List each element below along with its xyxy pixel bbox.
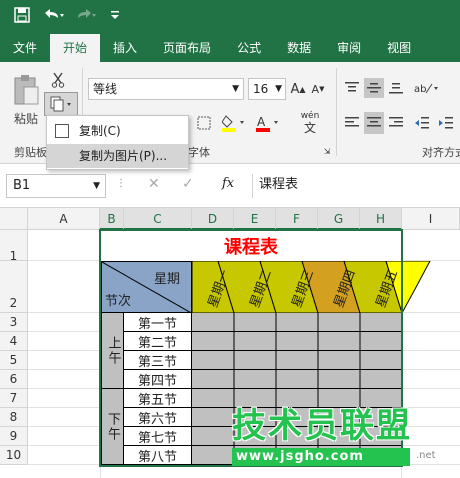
header-weekday-label: 星期	[154, 272, 181, 287]
formula-bar: B1 ▼ ⋮ ✕ ✓ fx 课程表	[0, 164, 460, 208]
decrease-font-icon[interactable]: A ▼	[310, 78, 326, 100]
menu-item-copy-as-picture[interactable]: 复制为图片(P)...	[47, 144, 188, 168]
period-label-3[interactable]: 第三节	[124, 351, 192, 370]
enter-icon[interactable]: ✓	[182, 176, 194, 192]
name-box[interactable]: B1 ▼	[6, 174, 106, 198]
copy-dropdown-button[interactable]	[44, 92, 78, 116]
align-middle-icon[interactable]	[364, 78, 384, 98]
select-all-corner[interactable]	[0, 208, 28, 230]
header-period-label: 节次	[105, 294, 132, 309]
phonetic-icon[interactable]: wén 文	[292, 108, 328, 138]
increase-indent-icon[interactable]	[436, 112, 456, 134]
chevron-down-icon: ▼	[93, 181, 100, 191]
worksheet-grid: A B C D E F G H I 1 2 3 4 5 6 7 8 9 10 课…	[0, 208, 460, 478]
fill-color-icon[interactable]	[220, 112, 250, 134]
tab-page-layout[interactable]: 页面布局	[150, 34, 224, 62]
decrease-indent-icon[interactable]	[412, 112, 432, 134]
cut-icon[interactable]	[48, 70, 68, 90]
period-label-1[interactable]: 第一节	[124, 313, 192, 332]
column-header-f[interactable]: F	[276, 208, 318, 230]
tab-home[interactable]: 开始	[50, 34, 101, 62]
paste-icon[interactable]	[8, 70, 44, 110]
menu-item-copy[interactable]: 复制(C)	[47, 119, 188, 143]
copy-icon	[55, 124, 69, 138]
borders-icon[interactable]	[194, 112, 214, 134]
column-header-c[interactable]: C	[124, 208, 192, 230]
quick-access-toolbar	[0, 0, 460, 34]
row-header-5[interactable]: 5	[0, 351, 28, 370]
font-size-value: 16	[253, 82, 269, 96]
tab-review[interactable]: 审阅	[324, 34, 374, 62]
ribbon-tabs: 文件 开始 插入 页面布局 公式 数据 审阅 视图	[0, 34, 460, 62]
chevron-down-icon: ▼	[275, 84, 282, 94]
save-icon[interactable]	[14, 7, 30, 27]
copy-dropdown-menu: 复制(C) 复制为图片(P)...	[46, 115, 189, 170]
column-header-d[interactable]: D	[192, 208, 234, 230]
tab-formulas[interactable]: 公式	[224, 34, 274, 62]
period-label-5[interactable]: 第五节	[124, 389, 192, 408]
period-label-2[interactable]: 第二节	[124, 332, 192, 351]
column-header-b[interactable]: B	[100, 208, 124, 230]
align-bottom-icon[interactable]	[386, 78, 406, 98]
redo-icon[interactable]	[76, 7, 98, 27]
column-header-h[interactable]: H	[360, 208, 402, 230]
font-color-icon[interactable]: A	[254, 112, 284, 134]
watermark: 技术员联盟 www.jsgho.com .net	[232, 406, 436, 466]
clipboard-group-label: 剪贴板	[14, 146, 47, 159]
column-header-i[interactable]: I	[402, 208, 460, 230]
insert-function-button[interactable]: fx	[222, 176, 234, 191]
morning-label[interactable]: 上午	[101, 313, 124, 389]
column-header-a[interactable]: A	[28, 208, 100, 230]
row-header-2[interactable]: 2	[0, 261, 28, 313]
font-name-value: 等线	[93, 82, 118, 96]
row-header-6[interactable]: 6	[0, 370, 28, 389]
row-header-3[interactable]: 3	[0, 313, 28, 332]
font-group-label: 字体	[188, 146, 210, 159]
tab-file[interactable]: 文件	[0, 34, 50, 62]
tab-insert[interactable]: 插入	[100, 34, 150, 62]
align-top-icon[interactable]	[342, 78, 362, 98]
period-label-6[interactable]: 第六节	[124, 408, 192, 427]
afternoon-label[interactable]: 下午	[101, 389, 124, 465]
column-header-g[interactable]: G	[318, 208, 360, 230]
tab-view[interactable]: 视图	[374, 34, 424, 62]
formula-input[interactable]: 课程表	[252, 174, 460, 198]
chevron-down-icon: ▼	[232, 84, 239, 94]
row-header-9[interactable]: 9	[0, 427, 28, 446]
cancel-icon[interactable]: ✕	[148, 176, 160, 192]
row-header-10[interactable]: 10	[0, 446, 28, 465]
customize-icon[interactable]	[110, 9, 120, 25]
align-left-icon[interactable]	[342, 112, 362, 134]
period-label-8[interactable]: 第八节	[124, 446, 192, 465]
alignment-group-label: 对齐方式	[422, 146, 460, 159]
font-dialog-launcher-icon[interactable]: ⇲	[322, 146, 332, 156]
orientation-icon[interactable]: ab	[412, 78, 442, 98]
diagonal-header-cell[interactable]: 星期 节次	[101, 261, 193, 314]
timetable-title[interactable]: 课程表	[100, 230, 402, 261]
svg-text:A: A	[257, 115, 266, 129]
font-name-select[interactable]: 等线 ▼	[88, 78, 244, 100]
row-header-1[interactable]: 1	[0, 230, 28, 263]
period-label-7[interactable]: 第七节	[124, 427, 192, 446]
column-header-e[interactable]: E	[234, 208, 276, 230]
align-center-icon[interactable]	[364, 112, 384, 134]
paste-label[interactable]: 粘贴	[14, 110, 38, 127]
svg-text:ab: ab	[414, 84, 426, 95]
row-header-7[interactable]: 7	[0, 389, 28, 408]
increase-font-icon[interactable]: A ▲	[290, 78, 306, 100]
row-header-8[interactable]: 8	[0, 408, 28, 427]
formula-bar-grip-icon: ⋮	[116, 178, 126, 189]
row-header-4[interactable]: 4	[0, 332, 28, 351]
tab-data[interactable]: 数据	[274, 34, 324, 62]
align-right-icon[interactable]	[386, 112, 406, 134]
font-size-select[interactable]: 16 ▼	[248, 78, 286, 100]
undo-icon[interactable]	[42, 7, 64, 27]
period-label-4[interactable]: 第四节	[124, 370, 192, 389]
